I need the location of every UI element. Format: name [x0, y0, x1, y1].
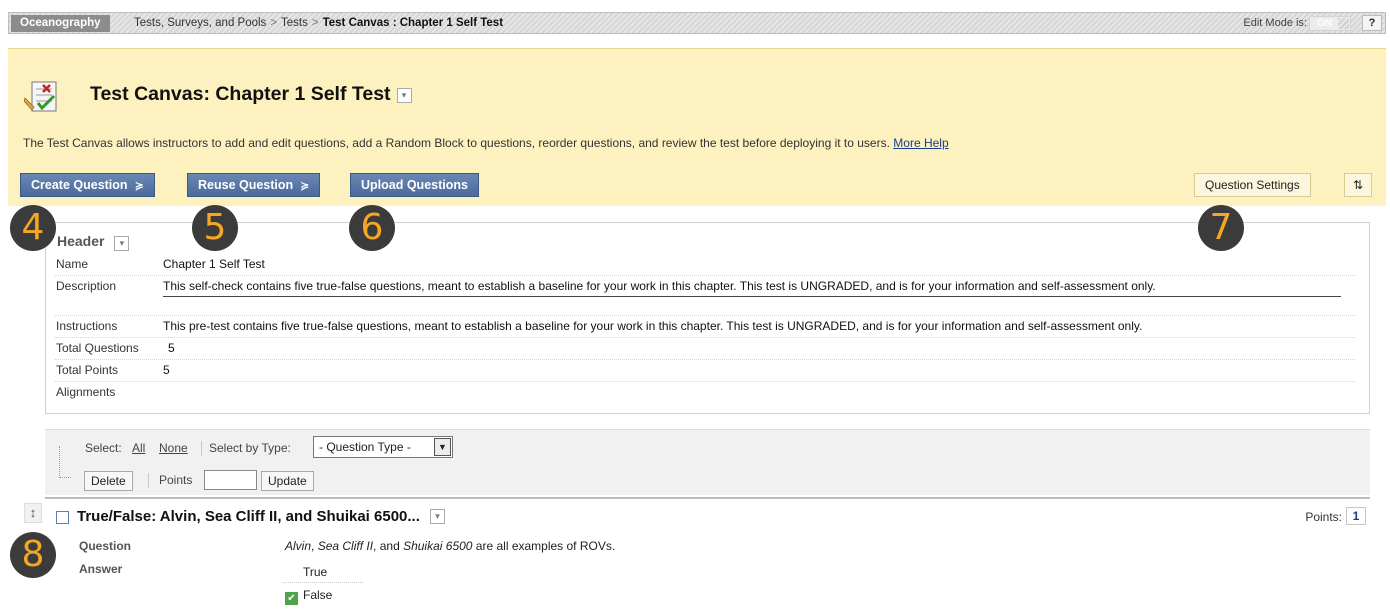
callout-marker-5: 5 — [192, 205, 238, 251]
info-key: Name — [56, 257, 89, 271]
question-text-part: , and — [373, 539, 404, 553]
question-label: Question — [79, 539, 132, 553]
info-value: 5 — [168, 341, 175, 355]
select-label: Select: — [85, 441, 122, 455]
sort-icon[interactable]: ⇅ — [1344, 173, 1373, 197]
question-title: True/False: Alvin, Sea Cliff II, and Shu… — [77, 508, 446, 525]
correct-check-icon: ✔ — [285, 592, 298, 605]
upload-questions-button[interactable]: Upload Questions — [350, 173, 479, 197]
reuse-question-button[interactable]: Reuse Question ≽ — [187, 173, 321, 197]
header-title-text: Header — [57, 233, 105, 249]
page-description-text: The Test Canvas allows instructors to ad… — [23, 136, 890, 150]
header-info-box: Header ▾ Name Chapter 1 Self Test Descri… — [45, 222, 1370, 414]
info-row-instructions: Instructions This pre-test contains five… — [55, 316, 1355, 338]
breadcrumb-current: Test Canvas : Chapter 1 Self Test — [322, 17, 504, 29]
page-description: The Test Canvas allows instructors to ad… — [23, 136, 949, 150]
more-help-link[interactable]: More Help — [893, 136, 948, 150]
breadcrumb-tests[interactable]: Tests — [281, 17, 308, 29]
info-value: Chapter 1 Self Test — [163, 257, 265, 271]
edit-mode-label: Edit Mode is: — [1243, 17, 1307, 29]
info-value: This pre-test contains five true-false q… — [163, 319, 1143, 333]
question-settings-button[interactable]: Question Settings — [1194, 173, 1311, 197]
select-by-type-label: Select by Type: — [209, 441, 291, 455]
info-value: This self-check contains five true-false… — [163, 279, 1156, 293]
question-item: True/False: Alvin, Sea Cliff II, and Shu… — [45, 497, 1370, 611]
info-key: Total Points — [56, 363, 119, 377]
header-section-title: Header ▾ — [57, 233, 130, 251]
question-points-label: Points: — [1305, 510, 1342, 524]
toolbar-divider — [201, 441, 202, 456]
question-type-select[interactable]: - Question Type - ▼ — [313, 436, 453, 458]
page-header-panel: Test Canvas: Chapter 1 Self Test ▾ The Te… — [8, 48, 1386, 206]
callout-marker-4: 4 — [10, 205, 56, 251]
reuse-question-label: Reuse Question — [198, 178, 294, 192]
select-none-link[interactable]: None — [159, 441, 188, 455]
question-toolbar: Select: All None Select by Type: - Quest… — [45, 429, 1370, 495]
chevron-down-icon[interactable]: ▾ — [396, 88, 412, 103]
branch-connector — [59, 446, 71, 478]
chevron-down-icon[interactable]: ▾ — [114, 236, 130, 251]
update-button[interactable]: Update — [261, 471, 314, 491]
toolbar-divider — [148, 473, 149, 488]
create-question-button[interactable]: Create Question ≽ — [20, 173, 155, 197]
question-text-part: , — [311, 539, 318, 553]
breadcrumb-separator: > — [270, 17, 278, 29]
question-text-part: Alvin — [285, 539, 312, 553]
chevron-down-icon[interactable]: ▾ — [430, 509, 446, 524]
answer-label: Answer — [79, 562, 123, 576]
info-row-alignments: Alignments — [55, 382, 1355, 404]
breadcrumb-separator: > — [311, 17, 319, 29]
info-key: Description — [56, 279, 117, 293]
select-all-link[interactable]: All — [132, 441, 145, 455]
double-chevron-down-icon: ≽ — [300, 180, 310, 192]
callout-marker-6: 6 — [349, 205, 395, 251]
answer-option-false-text: False — [303, 588, 333, 602]
drag-handle-icon[interactable]: ↕ — [24, 503, 42, 523]
callout-marker-8: 8 — [10, 532, 56, 578]
course-tab[interactable]: Oceanography — [11, 15, 110, 32]
info-key: Alignments — [56, 385, 116, 399]
answer-option-false: ✔ False — [285, 588, 332, 605]
answer-divider — [283, 582, 363, 583]
info-key: Instructions — [56, 319, 118, 333]
breadcrumb-tests-surveys-pools[interactable]: Tests, Surveys, and Pools — [134, 17, 266, 29]
page-title-text: Test Canvas: Chapter 1 Self Test — [90, 83, 391, 105]
page-title: Test Canvas: Chapter 1 Self Test ▾ — [90, 83, 412, 106]
description-underline — [163, 296, 1341, 297]
info-value: 5 — [163, 363, 170, 377]
points-label: Points — [159, 473, 193, 487]
question-checkbox[interactable] — [56, 511, 69, 524]
test-canvas-icon — [24, 81, 57, 112]
create-question-label: Create Question — [31, 178, 128, 192]
info-key: Total Questions — [56, 341, 139, 355]
info-row-name: Name Chapter 1 Self Test — [55, 254, 1355, 276]
points-input[interactable] — [204, 470, 257, 490]
question-text-part: Shuikai 6500 — [403, 539, 473, 553]
question-text: Alvin, Sea Cliff II, and Shuikai 6500 ar… — [285, 539, 615, 553]
answer-option-true: True — [303, 565, 328, 579]
info-row-total-questions: Total Questions 5 — [55, 338, 1355, 360]
question-type-value: - Question Type - — [319, 440, 411, 454]
question-points-value[interactable]: 1 — [1346, 507, 1366, 525]
info-row-total-points: Total Points 5 — [55, 360, 1355, 382]
chevron-down-icon: ▼ — [434, 438, 451, 456]
toggle-knob-icon — [1338, 18, 1349, 29]
help-button[interactable]: ? — [1362, 15, 1382, 31]
delete-button[interactable]: Delete — [84, 471, 133, 491]
question-title-text[interactable]: True/False: Alvin, Sea Cliff II, and Shu… — [77, 508, 420, 525]
breadcrumb: Tests, Surveys, and Pools > Tests > Test Can… — [134, 13, 503, 34]
question-text-part: are all examples of ROVs. — [472, 539, 616, 553]
double-chevron-down-icon: ≽ — [134, 180, 144, 192]
question-text-part: Sea Cliff II — [317, 539, 374, 553]
callout-marker-7: 7 — [1198, 205, 1244, 251]
edit-mode-state: ON — [1317, 18, 1332, 29]
edit-mode-toggle[interactable]: ON — [1309, 16, 1351, 31]
top-nav-bar: Oceanography Tests, Surveys, and Pools > T… — [8, 12, 1386, 34]
